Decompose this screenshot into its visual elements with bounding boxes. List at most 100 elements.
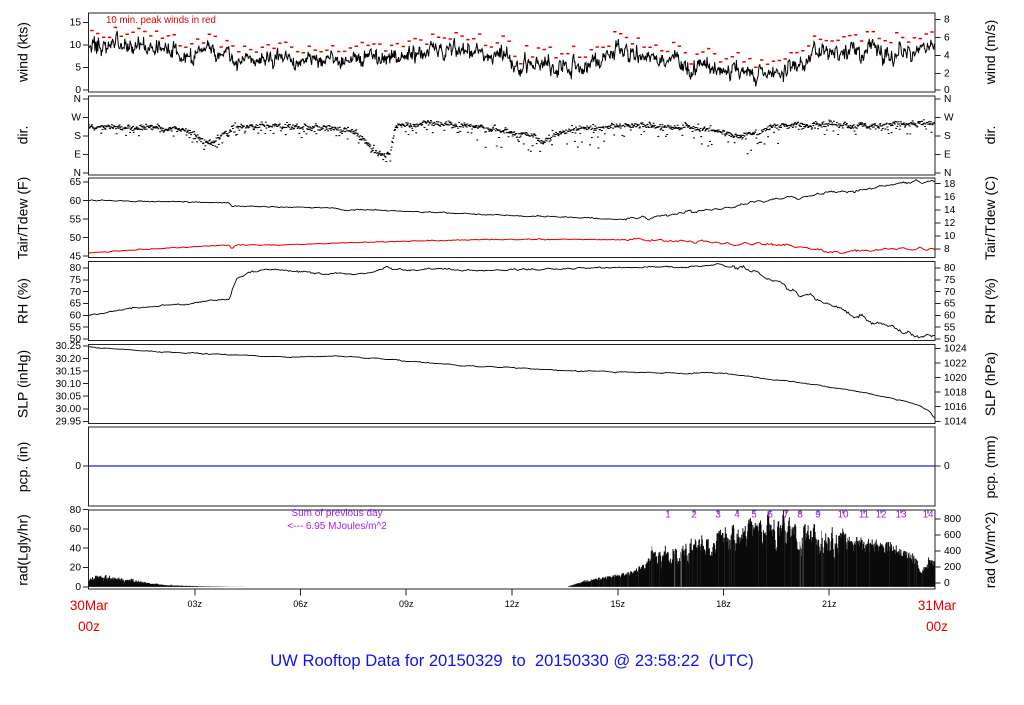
svg-text:20: 20 (70, 563, 82, 574)
svg-text:65: 65 (70, 299, 82, 310)
svg-text:14: 14 (944, 205, 956, 216)
svg-text:80: 80 (70, 263, 82, 274)
svg-text:65: 65 (70, 177, 82, 188)
svg-text:60: 60 (944, 310, 956, 321)
svg-text:15z: 15z (611, 599, 626, 609)
svg-text:0: 0 (75, 461, 81, 472)
svg-text:800: 800 (944, 514, 961, 525)
svg-text:11: 11 (859, 510, 870, 521)
svg-text:RH (%): RH (%) (15, 278, 31, 324)
svg-text:1024: 1024 (944, 344, 967, 355)
svg-text:SLP (hPa): SLP (hPa) (982, 352, 998, 416)
svg-text:SLP (inHg): SLP (inHg) (15, 350, 31, 418)
svg-text:W: W (71, 112, 81, 123)
svg-text:rad (W/m^2): rad (W/m^2) (982, 512, 998, 589)
svg-text:30.05: 30.05 (56, 391, 82, 402)
svg-text:10 min. peak winds in red: 10 min. peak winds in red (106, 15, 216, 26)
svg-text:10: 10 (944, 231, 956, 242)
svg-text:60: 60 (70, 524, 82, 535)
svg-text:21z: 21z (822, 599, 837, 609)
svg-text:30.15: 30.15 (56, 366, 82, 377)
svg-text:2: 2 (944, 69, 950, 80)
svg-text:55: 55 (70, 214, 82, 225)
svg-text:30Mar: 30Mar (70, 598, 109, 613)
svg-text:dir.: dir. (15, 126, 31, 145)
svg-text:75: 75 (944, 275, 956, 286)
svg-text:pcp. (mm): pcp. (mm) (982, 436, 998, 499)
svg-text:4: 4 (734, 510, 740, 521)
svg-text:13: 13 (895, 510, 907, 521)
svg-text:8: 8 (944, 15, 950, 26)
svg-text:40: 40 (70, 543, 82, 554)
svg-text:1022: 1022 (944, 358, 967, 369)
svg-text:Tair/Tdew (C): Tair/Tdew (C) (982, 176, 998, 260)
svg-text:Sum of previous day: Sum of previous day (291, 508, 382, 519)
svg-text:50: 50 (70, 233, 82, 244)
svg-text:45: 45 (70, 251, 82, 262)
svg-text:0: 0 (944, 461, 950, 472)
svg-text:5: 5 (75, 63, 81, 74)
svg-text:10: 10 (70, 40, 82, 51)
svg-text:8: 8 (797, 510, 803, 521)
svg-text:6: 6 (767, 510, 773, 521)
svg-text:1016: 1016 (944, 402, 967, 413)
svg-text:3: 3 (715, 510, 721, 521)
svg-text:60: 60 (70, 196, 82, 207)
svg-text:10: 10 (837, 510, 849, 521)
svg-text:1: 1 (665, 510, 671, 521)
svg-text:600: 600 (944, 530, 961, 541)
svg-text:W: W (944, 112, 954, 123)
svg-text:pcp. (in): pcp. (in) (15, 442, 31, 493)
svg-text:16: 16 (944, 192, 956, 203)
svg-text:S: S (74, 131, 81, 142)
svg-text:Tair/Tdew (F): Tair/Tdew (F) (15, 177, 31, 259)
svg-text:wind (m/s): wind (m/s) (982, 20, 998, 86)
svg-text:2: 2 (691, 510, 697, 521)
svg-text:UW Rooftop Data for 20150329: UW Rooftop Data for 20150329 to 20150330… (270, 651, 754, 670)
svg-text:55: 55 (944, 322, 956, 333)
svg-text:RH (%): RH (%) (982, 278, 998, 324)
svg-text:70: 70 (944, 287, 956, 298)
svg-text:80: 80 (944, 263, 956, 274)
svg-text:1020: 1020 (944, 373, 967, 384)
svg-text:7: 7 (783, 510, 789, 521)
svg-text:6: 6 (944, 33, 950, 44)
svg-text:30.10: 30.10 (56, 379, 82, 390)
svg-text:E: E (944, 149, 951, 160)
svg-text:rad(Lgly/hr): rad(Lgly/hr) (15, 514, 31, 586)
svg-text:00z: 00z (78, 619, 100, 634)
svg-text:N: N (74, 94, 81, 105)
svg-text:200: 200 (944, 562, 961, 573)
svg-text:1018: 1018 (944, 387, 967, 398)
svg-text:0: 0 (944, 578, 950, 589)
svg-text:18: 18 (944, 179, 956, 190)
svg-text:E: E (74, 149, 81, 160)
svg-text:18z: 18z (716, 599, 731, 609)
svg-text:75: 75 (70, 275, 82, 286)
svg-text:N: N (944, 94, 951, 105)
svg-text:12z: 12z (505, 599, 520, 609)
svg-text:30.20: 30.20 (56, 354, 82, 365)
svg-text:31Mar: 31Mar (918, 598, 957, 613)
svg-text:wind (kts): wind (kts) (15, 22, 31, 83)
svg-text:12: 12 (944, 218, 956, 229)
svg-text:29.95: 29.95 (56, 416, 82, 427)
svg-text:N: N (944, 168, 951, 179)
svg-text:15: 15 (70, 18, 82, 29)
svg-text:12: 12 (875, 510, 887, 521)
svg-text:60: 60 (70, 310, 82, 321)
svg-text:70: 70 (70, 287, 82, 298)
svg-text:80: 80 (70, 505, 82, 516)
svg-text:65: 65 (944, 299, 956, 310)
svg-text:4: 4 (944, 51, 950, 62)
svg-text:14: 14 (922, 510, 934, 521)
svg-text:09z: 09z (399, 599, 414, 609)
svg-text:400: 400 (944, 546, 961, 557)
svg-text:30.25: 30.25 (56, 341, 82, 352)
svg-text:5: 5 (751, 510, 757, 521)
svg-text:30.00: 30.00 (56, 404, 82, 415)
svg-text:S: S (944, 131, 951, 142)
svg-text:1014: 1014 (944, 416, 967, 427)
svg-text:<--- 6.95 MJoules/m^2: <--- 6.95 MJoules/m^2 (287, 521, 387, 532)
svg-text:03z: 03z (188, 599, 203, 609)
